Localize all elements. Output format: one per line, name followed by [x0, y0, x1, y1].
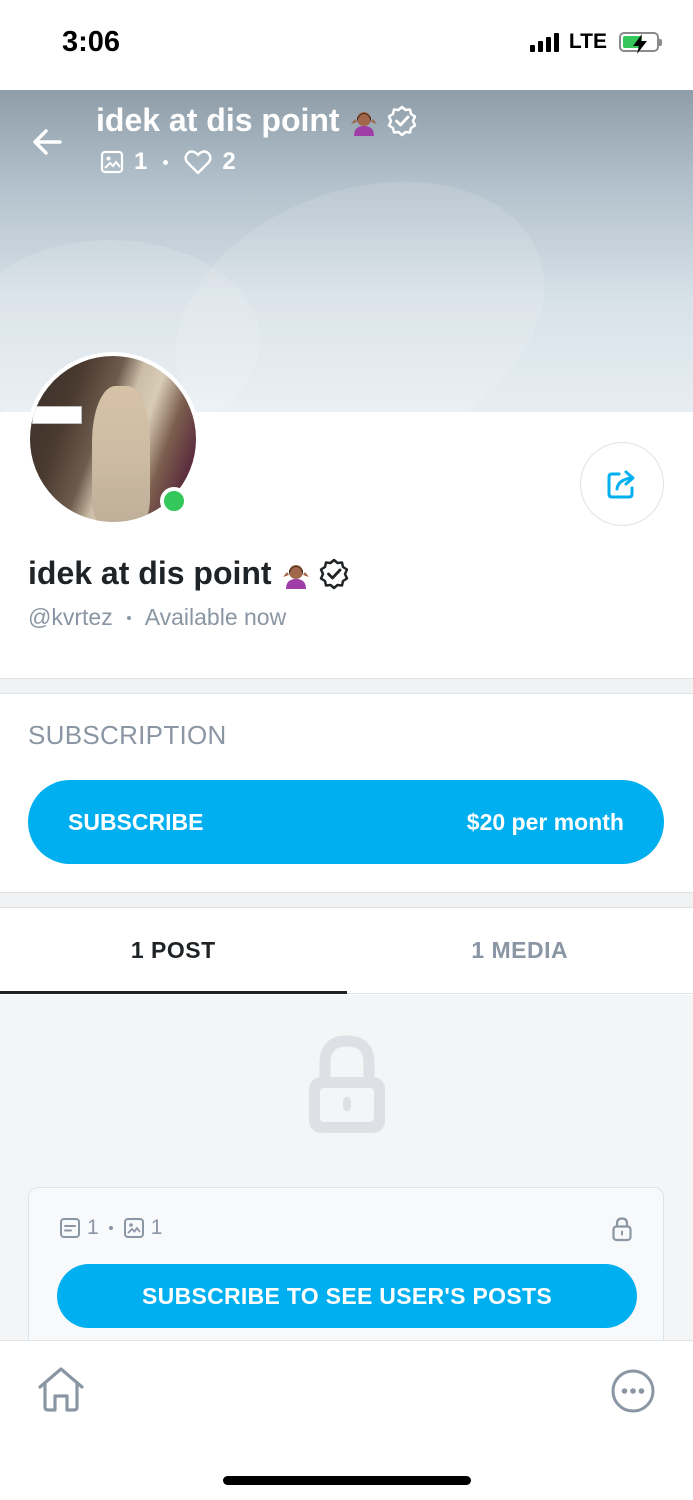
profile-name-text: idek at dis point — [28, 555, 272, 591]
heart-icon — [184, 150, 212, 175]
share-button[interactable] — [580, 442, 664, 526]
person-shrugging-emoji — [280, 559, 310, 589]
availability-status: Available now — [144, 604, 287, 630]
online-status-dot — [160, 487, 188, 515]
charging-bolt-icon — [633, 34, 647, 54]
locked-content-area: 1 1 SUBSCRIBE TO SEE USER'S POSTS — [0, 995, 693, 1340]
locked-post-stats: 1 1 — [59, 1216, 162, 1240]
lock-icon — [309, 1035, 385, 1133]
profile-name: idek at dis point — [28, 555, 350, 592]
person-shrugging-emoji — [348, 106, 378, 136]
lock-icon — [612, 1217, 632, 1242]
home-icon — [38, 1367, 84, 1412]
tab-media[interactable]: 1 MEDIA — [347, 908, 693, 993]
signal-icon — [529, 32, 559, 52]
avatar-photo-detail — [92, 386, 150, 522]
subscribe-button-label: SUBSCRIBE — [68, 808, 204, 835]
posts-count: 1 — [87, 1216, 99, 1239]
section-divider — [0, 892, 693, 908]
avatar-photo-detail — [32, 406, 82, 424]
profile-handle: @kvrtez — [28, 604, 113, 630]
subscribe-to-see-posts-button[interactable]: SUBSCRIBE TO SEE USER'S POSTS — [57, 1264, 637, 1328]
tab-posts[interactable]: 1 POST — [0, 908, 347, 994]
likes-count: 2 — [222, 148, 236, 175]
separator-dot — [163, 159, 169, 165]
back-button[interactable] — [28, 122, 68, 162]
separator-dot — [108, 1226, 113, 1230]
status-time: 3:06 — [62, 26, 121, 58]
battery-icon — [619, 32, 662, 54]
status-bar: 3:06 LTE — [0, 0, 693, 90]
verified-badge-icon — [387, 105, 416, 136]
separator-dot — [126, 615, 131, 620]
media-count: 1 — [134, 148, 148, 175]
bottom-nav — [0, 1340, 693, 1500]
home-button[interactable] — [36, 1365, 86, 1418]
image-icon — [123, 1218, 144, 1238]
media-count: 1 — [150, 1216, 163, 1239]
header-title: idek at dis point — [96, 102, 418, 139]
image-icon — [100, 150, 124, 174]
section-divider — [0, 678, 693, 694]
more-button[interactable] — [610, 1368, 656, 1419]
post-icon — [60, 1218, 80, 1238]
locked-post-card: 1 1 SUBSCRIBE TO SEE USER'S POSTS — [28, 1187, 664, 1340]
share-icon — [607, 470, 635, 499]
content-tabs: 1 POST 1 MEDIA — [0, 908, 693, 994]
profile-meta: @kvrtez Available now — [28, 604, 286, 631]
subscription-heading: SUBSCRIPTION — [28, 720, 227, 750]
subscription-price: $20 per month — [466, 808, 624, 835]
home-indicator — [223, 1476, 471, 1485]
header-title-text: idek at dis point — [96, 102, 340, 138]
status-indicators: LTE — [529, 30, 662, 54]
subscribe-button[interactable]: SUBSCRIBE $20 per month — [28, 780, 664, 864]
network-type: LTE — [568, 30, 607, 53]
verified-badge-icon — [319, 558, 348, 589]
more-icon — [611, 1369, 655, 1413]
arrow-left-icon — [33, 129, 62, 155]
header-stats: 1 2 — [100, 148, 236, 176]
